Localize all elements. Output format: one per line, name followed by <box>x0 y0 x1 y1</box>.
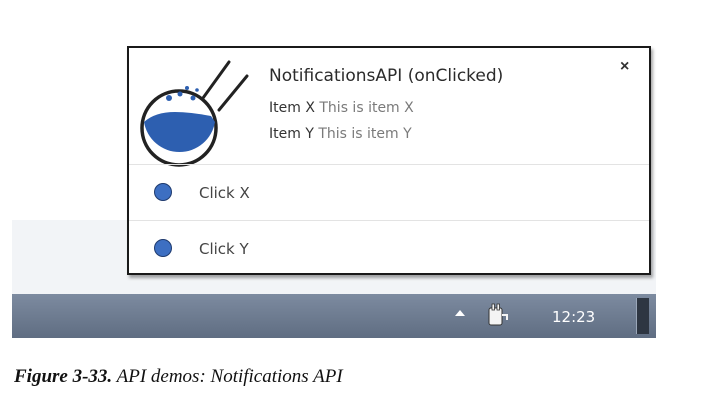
flask-icon <box>140 60 249 167</box>
item-title: Item Y <box>269 126 314 142</box>
blue-dot-icon <box>154 239 172 257</box>
blue-dot-icon <box>154 183 172 201</box>
figure-caption: Figure 3-33. API demos: Notifications AP… <box>14 366 343 388</box>
tray-arrow-icon[interactable] <box>455 310 465 316</box>
notification-title: NotificationsAPI (onClicked) <box>269 66 504 86</box>
notification-item: Item X This is item X <box>269 100 414 116</box>
figure-number: Figure 3-33. <box>14 366 113 387</box>
item-title: Item X <box>269 100 315 116</box>
item-message: This is item Y <box>318 126 412 142</box>
notification-popup[interactable]: NotificationsAPI (onClicked) × Item X Th… <box>127 46 651 275</box>
show-desktop-button[interactable] <box>636 298 649 334</box>
button-label: Click X <box>199 184 250 202</box>
click-x-button[interactable]: Click X <box>129 165 649 220</box>
desktop-screen: NotificationsAPI (onClicked) × Item X Th… <box>12 0 656 338</box>
taskbar-clock[interactable]: 12:23 <box>552 308 595 326</box>
taskbar: 12:23 <box>12 294 656 338</box>
power-plug-icon[interactable] <box>485 303 509 329</box>
close-button[interactable]: × <box>620 59 629 75</box>
notification-item: Item Y This is item Y <box>269 126 412 142</box>
item-message: This is item X <box>319 100 414 116</box>
click-y-button[interactable]: Click Y <box>129 221 649 276</box>
caption-text: API demos: Notifications API <box>116 366 343 387</box>
button-label: Click Y <box>199 240 249 258</box>
